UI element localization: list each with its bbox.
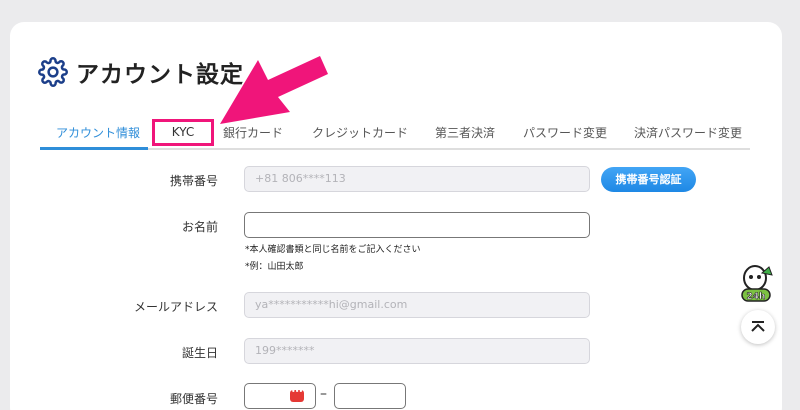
settings-tabs: アカウント情報 KYC 銀行カード クレジットカード 第三者決済 パスワード変更…	[40, 118, 750, 150]
postal-field-2[interactable]	[334, 383, 406, 409]
birthday-field[interactable]: 199*******	[244, 338, 590, 364]
birthday-label: 誕生日	[181, 346, 218, 360]
page-title: アカウント設定	[76, 62, 244, 88]
name-label: お名前	[181, 220, 218, 234]
postal-separator: –	[320, 386, 327, 402]
pointer-arrow-icon	[220, 56, 328, 124]
email-label: メールアドレス	[133, 300, 218, 314]
support-label: 24h	[747, 292, 766, 302]
chevron-up-icon	[751, 321, 765, 332]
tab-third-party-payment[interactable]: 第三者決済	[435, 118, 495, 148]
name-note-1: *本人確認書類と同じ名前をご記入ください	[245, 245, 421, 255]
more-dots-icon	[290, 387, 304, 402]
tab-kyc[interactable]: KYC	[152, 119, 214, 146]
tab-account-info[interactable]: アカウント情報	[56, 118, 140, 148]
phone-label: 携帯番号	[169, 174, 218, 188]
postal-field-1[interactable]	[244, 383, 316, 409]
page-header: アカウント設定	[38, 55, 244, 89]
postal-label: 郵便番号	[169, 392, 218, 406]
email-field[interactable]: ya***********hi@gmail.com	[244, 292, 590, 318]
support-24h-icon[interactable]: 24h	[738, 263, 776, 303]
name-note-2: *例：山田太郎	[245, 262, 304, 272]
phone-field[interactable]: +81 806****113	[244, 166, 590, 192]
tab-payment-password-change[interactable]: 決済パスワード変更	[634, 118, 742, 148]
active-tab-indicator	[40, 147, 148, 150]
name-field[interactable]	[244, 212, 590, 238]
gear-icon	[38, 57, 68, 87]
scroll-to-top-button[interactable]	[741, 310, 775, 344]
phone-verify-button[interactable]: 携帯番号認証	[601, 167, 696, 192]
tab-password-change[interactable]: パスワード変更	[523, 118, 607, 148]
